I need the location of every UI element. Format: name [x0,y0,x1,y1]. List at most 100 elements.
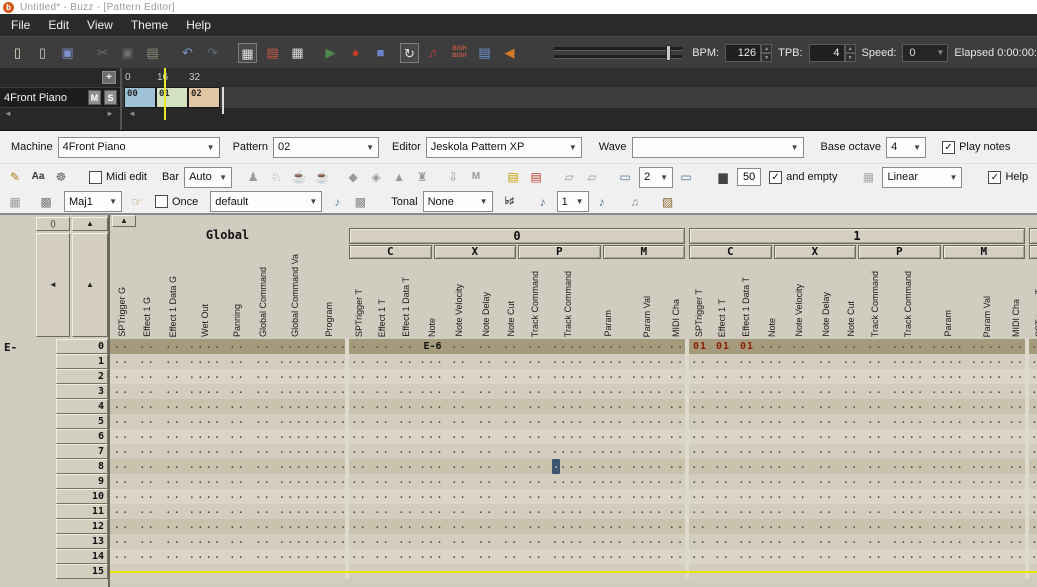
pattern-cell[interactable]: .... [315,489,345,504]
add-track-button[interactable]: + [102,71,116,84]
pattern-cell[interactable]: .. [251,534,277,549]
row-number-button[interactable]: 7 [56,444,108,459]
pattern-cell[interactable]: .. [446,519,474,534]
pattern-cell[interactable]: .. [474,414,499,429]
pattern-cell[interactable]: .. [839,504,864,519]
pattern-cell[interactable]: .. [1029,519,1037,534]
redo-icon[interactable]: ↷ [203,43,222,63]
pattern-cell[interactable]: .. [839,384,864,399]
pattern-cell[interactable]: .. [446,489,474,504]
percent-input[interactable]: 50 [737,168,761,186]
pattern-cell[interactable]: .. [669,474,685,489]
pattern-cell[interactable]: .. [371,519,395,534]
pattern-cell[interactable]: .. [110,414,135,429]
pattern-cell[interactable]: .... [930,414,967,429]
pattern-cell[interactable]: .. [786,489,814,504]
mountain-icon[interactable]: ▲ [390,168,408,186]
pattern-cell[interactable]: .... [930,474,967,489]
subgroup-header-x[interactable]: X [434,245,517,259]
pattern-cell[interactable]: .. [1029,354,1037,369]
pattern-cell[interactable]: .. [499,444,524,459]
tonal-combo[interactable]: None▼ [423,191,493,212]
pattern-cell[interactable]: .. [110,474,135,489]
pattern-cell[interactable]: .... [967,369,1009,384]
pattern-cell[interactable]: .... [930,339,967,354]
collapse-header-button[interactable]: ▲ [72,233,108,337]
pattern-cell[interactable]: .. [225,549,251,564]
pattern-cell[interactable]: .. [711,444,735,459]
pattern-combo[interactable]: 02▼ [273,137,379,158]
pattern-cell[interactable]: .. [669,444,685,459]
pattern-cell[interactable]: .. [689,459,711,474]
pattern-cell[interactable]: .. [110,384,135,399]
pattern-cell[interactable]: .. [786,444,814,459]
pattern-cell[interactable]: .... [590,384,627,399]
blob-icon[interactable]: ◆ [344,168,362,186]
pattern-cell[interactable]: .. [524,534,548,549]
cup-add-icon[interactable]: ☕ [313,168,331,186]
pattern-cell[interactable]: .. [669,429,685,444]
pattern-cell[interactable]: .. [864,474,888,489]
pattern-cell[interactable]: .. [474,534,499,549]
checkbox[interactable] [155,195,168,208]
pattern-cell[interactable]: .. [669,354,685,369]
pattern-cell[interactable]: .. [735,549,759,564]
menu-item-file[interactable]: File [2,15,39,35]
pattern-cell[interactable]: .... [627,459,669,474]
window-shrink-icon[interactable]: ▭ [616,168,634,186]
scroll-left-icon[interactable]: ◄ [4,109,12,118]
pattern-cell[interactable]: .... [590,354,627,369]
pattern-cell[interactable]: .. [371,339,395,354]
pattern-cell[interactable]: .. [735,429,759,444]
pattern-cell[interactable]: .. [839,474,864,489]
pattern-cell[interactable]: .. [689,489,711,504]
pattern-cell[interactable]: .... [627,549,669,564]
pattern-cell[interactable]: ... [419,549,446,564]
pattern-cell[interactable]: .. [474,369,499,384]
page-back-icon[interactable]: ▱ [560,168,578,186]
pattern-cell[interactable]: .... [548,414,590,429]
pattern-cell[interactable]: .. [446,339,474,354]
pattern-cell[interactable]: .... [187,459,225,474]
pattern-cell[interactable]: .... [930,459,967,474]
pattern-block-00[interactable]: 00 [124,87,156,108]
pattern-cell[interactable]: ... [419,354,446,369]
pattern-block-01[interactable]: 01 [156,87,188,108]
pattern-cell[interactable]: .. [349,459,371,474]
machine-combo[interactable]: 4Front Piano▼ [58,137,220,158]
pattern-cell[interactable]: .. [225,489,251,504]
pattern-cell[interactable]: .. [371,504,395,519]
pattern-cell[interactable]: .... [315,399,345,414]
interpolate-grid-icon[interactable]: ▦ [859,168,877,186]
pattern-cell[interactable]: .. [499,354,524,369]
collapse-left-panel-button[interactable]: ◄ [36,233,70,337]
preset-grid-icon[interactable]: ▩ [351,193,369,211]
pattern-cell[interactable]: .. [499,399,524,414]
pattern-cell[interactable]: .... [888,459,930,474]
row-number-button[interactable]: 11 [56,504,108,519]
pattern-cell[interactable]: 01 [689,339,711,354]
pattern-cell[interactable]: .. [669,519,685,534]
pattern-cell[interactable]: .. [524,519,548,534]
pattern-cell[interactable]: .... [967,474,1009,489]
mute-button[interactable]: M [88,90,101,105]
pattern-cell[interactable]: .. [251,519,277,534]
pattern-cell[interactable]: .. [839,519,864,534]
pattern-cell[interactable]: .. [349,489,371,504]
pattern-cell[interactable]: .. [371,489,395,504]
pattern-cell[interactable]: .. [814,369,839,384]
pattern-cell[interactable]: .... [590,489,627,504]
pattern-cell[interactable]: ... [419,459,446,474]
pattern-cell[interactable]: .. [395,474,419,489]
pattern-cell[interactable]: .... [187,384,225,399]
pattern-cell[interactable]: .... [277,534,315,549]
pattern-cell[interactable]: .. [349,534,371,549]
once-checkbox[interactable]: Once [155,195,198,208]
subgroup-header-p[interactable]: P [858,245,941,259]
pattern-cell[interactable]: .. [711,414,735,429]
pattern-cell[interactable]: .. [1029,504,1037,519]
pattern-cell[interactable]: .... [590,549,627,564]
histogram-icon[interactable]: ▆ [714,168,732,186]
pattern-cell[interactable]: .. [251,429,277,444]
pattern-cell[interactable]: 01 [735,339,759,354]
